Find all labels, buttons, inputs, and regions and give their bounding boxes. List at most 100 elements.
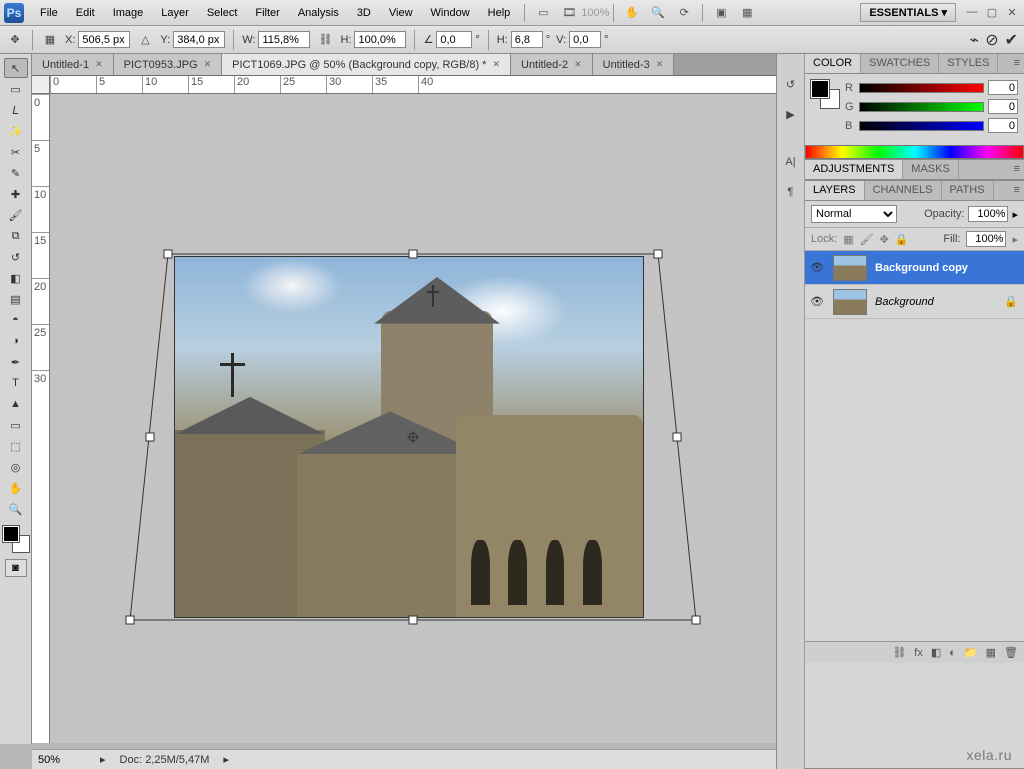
menu-select[interactable]: Select: [199, 3, 246, 23]
gradient-tool[interactable]: ▤: [4, 289, 28, 309]
zoom-tool-icon[interactable]: 🔍: [648, 3, 668, 23]
minimize-icon[interactable]: —: [964, 6, 980, 19]
view-extras-icon[interactable]: 🎞: [559, 3, 579, 23]
link-layers-icon[interactable]: ⛓: [892, 646, 906, 659]
type-tool[interactable]: T: [4, 373, 28, 393]
vertical-ruler[interactable]: 051015202530: [32, 94, 50, 743]
clone-stamp-tool[interactable]: ⧉: [4, 226, 28, 246]
foreground-color-swatch[interactable]: [3, 526, 19, 542]
chevron-right-icon[interactable]: ▸: [223, 753, 229, 766]
hand-tool-icon[interactable]: ✋: [622, 3, 642, 23]
r-value-input[interactable]: [988, 80, 1018, 95]
y-input[interactable]: [173, 31, 225, 48]
styles-tab[interactable]: STYLES: [939, 54, 998, 73]
angle-input[interactable]: [436, 31, 472, 48]
launch-bridge-icon[interactable]: ▭: [533, 3, 553, 23]
h-input[interactable]: [354, 31, 406, 48]
chevron-right-icon[interactable]: ▸: [1012, 233, 1018, 246]
layer-row[interactable]: 👁 Background copy: [805, 251, 1024, 285]
paths-tab[interactable]: PATHS: [942, 181, 994, 200]
rotate-view-icon[interactable]: ⟳: [674, 3, 694, 23]
tab-close-icon[interactable]: ✕: [656, 59, 664, 70]
visibility-toggle-icon[interactable]: 👁: [805, 295, 829, 308]
horizontal-ruler[interactable]: 0510152025303540: [50, 76, 776, 94]
eyedropper-tool[interactable]: ✎: [4, 163, 28, 183]
menu-edit[interactable]: Edit: [68, 3, 103, 23]
g-value-input[interactable]: [988, 99, 1018, 114]
eraser-tool[interactable]: ◧: [4, 268, 28, 288]
w-input[interactable]: [258, 31, 310, 48]
layer-fx-icon[interactable]: fx: [914, 647, 923, 659]
lasso-tool[interactable]: 𝘓: [4, 100, 28, 120]
paragraph-panel-icon[interactable]: ¶: [781, 182, 801, 202]
3d-camera-tool[interactable]: ◎: [4, 457, 28, 477]
chevron-right-icon[interactable]: ▸: [1012, 208, 1018, 221]
document-tab[interactable]: PICT1069.JPG @ 50% (Background copy, RGB…: [222, 54, 511, 75]
brush-tool[interactable]: 🖌: [4, 205, 28, 225]
ruler-origin[interactable]: [32, 76, 50, 94]
tab-close-icon[interactable]: ✕: [204, 59, 212, 70]
fill-input[interactable]: [966, 231, 1006, 247]
path-selection-tool[interactable]: ▲: [4, 394, 28, 414]
screen-mode-icon[interactable]: ▣: [711, 3, 731, 23]
blur-tool[interactable]: ◓: [4, 310, 28, 330]
arrange-docs-icon[interactable]: ▦: [737, 3, 757, 23]
adjustments-tab[interactable]: ADJUSTMENTS: [805, 160, 903, 179]
color-picker-swatch[interactable]: [811, 80, 839, 108]
delete-layer-icon[interactable]: 🗑: [1004, 646, 1018, 659]
tab-close-icon[interactable]: ✕: [574, 59, 582, 70]
masks-tab[interactable]: MASKS: [903, 160, 959, 179]
close-icon[interactable]: ✕: [1004, 6, 1020, 19]
image-content[interactable]: [174, 256, 644, 618]
menu-file[interactable]: File: [32, 3, 66, 23]
commit-transform-icon[interactable]: ✔: [1005, 30, 1018, 50]
character-panel-icon[interactable]: A|: [781, 152, 801, 172]
history-brush-tool[interactable]: ↺: [4, 247, 28, 267]
menu-analysis[interactable]: Analysis: [290, 3, 347, 23]
layer-row[interactable]: 👁 Background 🔒: [805, 285, 1024, 319]
lock-position-icon[interactable]: ✥: [880, 233, 889, 246]
adjustment-layer-icon[interactable]: ◐: [949, 647, 956, 659]
document-tab[interactable]: Untitled-2✕: [511, 54, 593, 75]
menu-3d[interactable]: 3D: [349, 3, 379, 23]
b-value-input[interactable]: [988, 118, 1018, 133]
layer-mask-icon[interactable]: ◧: [931, 646, 941, 659]
panel-menu-icon[interactable]: ≡: [1014, 184, 1020, 196]
delta-icon[interactable]: △: [136, 31, 154, 49]
blend-mode-select[interactable]: Normal: [811, 205, 897, 223]
hskew-input[interactable]: [511, 31, 543, 48]
maximize-icon[interactable]: ▢: [984, 6, 1000, 19]
warp-mode-icon[interactable]: ⌁: [970, 30, 980, 50]
menu-window[interactable]: Window: [423, 3, 478, 23]
link-wh-icon[interactable]: ⛓: [316, 31, 334, 49]
document-tab[interactable]: Untitled-3✕: [593, 54, 675, 75]
channels-tab[interactable]: CHANNELS: [865, 181, 942, 200]
lock-all-icon[interactable]: 🔒: [895, 233, 909, 246]
menu-help[interactable]: Help: [480, 3, 519, 23]
layer-name[interactable]: Background copy: [871, 262, 1024, 274]
canvas[interactable]: [50, 94, 776, 743]
transform-tool-icon[interactable]: ✥: [6, 31, 24, 49]
layer-group-icon[interactable]: 📁: [964, 646, 978, 659]
chevron-right-icon[interactable]: ▸: [100, 753, 106, 766]
menu-layer[interactable]: Layer: [153, 3, 197, 23]
healing-brush-tool[interactable]: ✚: [4, 184, 28, 204]
visibility-toggle-icon[interactable]: 👁: [805, 261, 829, 274]
workspace-switcher[interactable]: ESSENTIALS ▾: [860, 3, 956, 22]
zoom-tool[interactable]: 🔍: [4, 499, 28, 519]
document-tab[interactable]: Untitled-1✕: [32, 54, 114, 75]
hand-tool[interactable]: ✋: [4, 478, 28, 498]
history-panel-icon[interactable]: ↺: [781, 74, 801, 94]
magic-wand-tool[interactable]: ✨: [4, 121, 28, 141]
tab-close-icon[interactable]: ✕: [95, 59, 103, 70]
color-spectrum[interactable]: [805, 145, 1024, 159]
r-slider[interactable]: [859, 83, 984, 93]
b-slider[interactable]: [859, 121, 984, 131]
swatches-tab[interactable]: SWATCHES: [861, 54, 939, 73]
lock-pixels-icon[interactable]: 🖌: [860, 233, 874, 246]
layer-thumbnail[interactable]: [833, 289, 867, 315]
layers-tab[interactable]: LAYERS: [805, 181, 865, 200]
color-tab[interactable]: COLOR: [805, 54, 861, 73]
pen-tool[interactable]: ✒: [4, 352, 28, 372]
3d-tool[interactable]: ⬚: [4, 436, 28, 456]
